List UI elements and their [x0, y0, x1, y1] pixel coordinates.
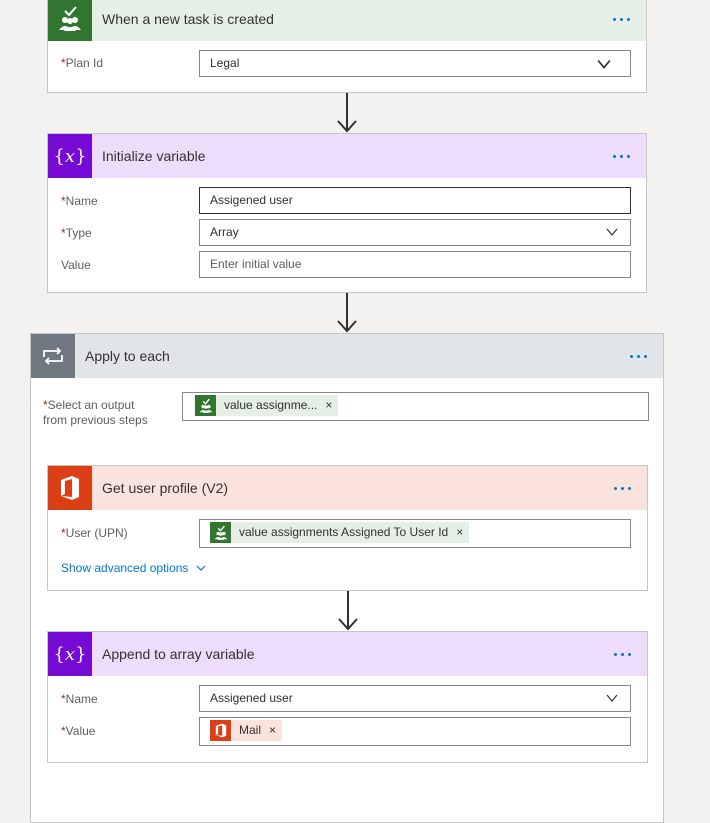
- variable-type-value: Array: [210, 225, 239, 239]
- planner-icon: [210, 522, 231, 543]
- more-options-icon[interactable]: [607, 632, 637, 676]
- initialize-variable-card[interactable]: {x} Initialize variable *Name Assigened …: [47, 133, 647, 293]
- name-label: *Name: [61, 194, 98, 208]
- flow-arrow: [337, 93, 357, 133]
- dynamic-content-token[interactable]: value assignme... ×: [195, 393, 339, 418]
- variable-type-dropdown[interactable]: Array: [199, 219, 631, 246]
- show-advanced-options-link[interactable]: Show advanced options: [61, 561, 206, 575]
- remove-token-icon[interactable]: ×: [325, 393, 332, 418]
- variable-value-placeholder: Enter initial value: [210, 257, 302, 271]
- plan-id-value: Legal: [210, 56, 240, 70]
- variable-value-input[interactable]: Enter initial value: [199, 251, 631, 278]
- loop-icon: [31, 334, 75, 378]
- plan-id-dropdown[interactable]: Legal: [199, 50, 631, 77]
- office-icon: [210, 720, 231, 741]
- more-options-icon[interactable]: [606, 134, 636, 178]
- chevron-down-icon: [606, 228, 618, 236]
- variable-icon: {x}: [48, 134, 92, 178]
- user-upn-label: *User (UPN): [61, 526, 128, 540]
- append-name-dropdown[interactable]: Assigened user: [199, 685, 631, 712]
- type-label: *Type: [61, 226, 92, 240]
- office-icon: [48, 466, 92, 510]
- append-var-header[interactable]: {x} Append to array variable: [48, 632, 647, 676]
- variable-name-input[interactable]: Assigened user: [199, 187, 631, 214]
- apply-to-each-card[interactable]: Apply to each *Select an output from pre…: [30, 333, 664, 823]
- chevron-down-icon: [597, 59, 611, 69]
- token-label: value assignments Assigned To User Id: [239, 525, 449, 539]
- more-options-icon[interactable]: [607, 466, 637, 510]
- token-label: value assignme...: [224, 398, 318, 412]
- select-output-label: *Select an output from previous steps: [43, 398, 148, 427]
- get-user-title: Get user profile (V2): [102, 480, 229, 496]
- plan-id-label: *Plan Id: [61, 56, 104, 70]
- select-output-input[interactable]: value assignme... ×: [182, 392, 649, 421]
- get-user-profile-card[interactable]: Get user profile (V2) *User (UPN) value …: [47, 465, 648, 591]
- user-upn-input[interactable]: value assignments Assigned To User Id ×: [199, 519, 631, 548]
- more-options-icon[interactable]: [606, 0, 636, 41]
- get-user-header[interactable]: Get user profile (V2): [48, 466, 647, 510]
- append-value-input[interactable]: Mail ×: [199, 717, 631, 746]
- dynamic-content-token[interactable]: Mail ×: [210, 718, 283, 743]
- dynamic-content-token[interactable]: value assignments Assigned To User Id ×: [210, 520, 470, 545]
- chevron-down-icon: [606, 694, 618, 702]
- chevron-down-icon: [196, 565, 206, 571]
- variable-name-value: Assigened user: [210, 193, 293, 207]
- variable-icon: {x}: [48, 632, 92, 676]
- trigger-card[interactable]: When a new task is created *Plan Id Lega…: [47, 0, 647, 93]
- trigger-title: When a new task is created: [102, 11, 274, 27]
- flow-arrow: [337, 293, 357, 333]
- value-label: Value: [61, 258, 91, 272]
- init-variable-title: Initialize variable: [102, 148, 206, 164]
- init-variable-header[interactable]: {x} Initialize variable: [48, 134, 646, 178]
- name-label: *Name: [61, 692, 98, 706]
- value-label: *Value: [61, 724, 96, 738]
- append-var-title: Append to array variable: [102, 646, 255, 662]
- planner-icon: [195, 395, 216, 416]
- token-label: Mail: [239, 723, 262, 737]
- more-options-icon[interactable]: [623, 334, 653, 378]
- append-to-array-card[interactable]: {x} Append to array variable *Name Assig…: [47, 631, 648, 763]
- apply-each-title: Apply to each: [85, 348, 170, 364]
- planner-icon: [48, 0, 92, 41]
- append-name-value: Assigened user: [210, 691, 293, 705]
- apply-each-header[interactable]: Apply to each: [31, 334, 663, 378]
- remove-token-icon[interactable]: ×: [269, 718, 276, 743]
- flow-arrow: [338, 591, 358, 631]
- trigger-card-header[interactable]: When a new task is created: [48, 0, 646, 41]
- remove-token-icon[interactable]: ×: [456, 520, 463, 545]
